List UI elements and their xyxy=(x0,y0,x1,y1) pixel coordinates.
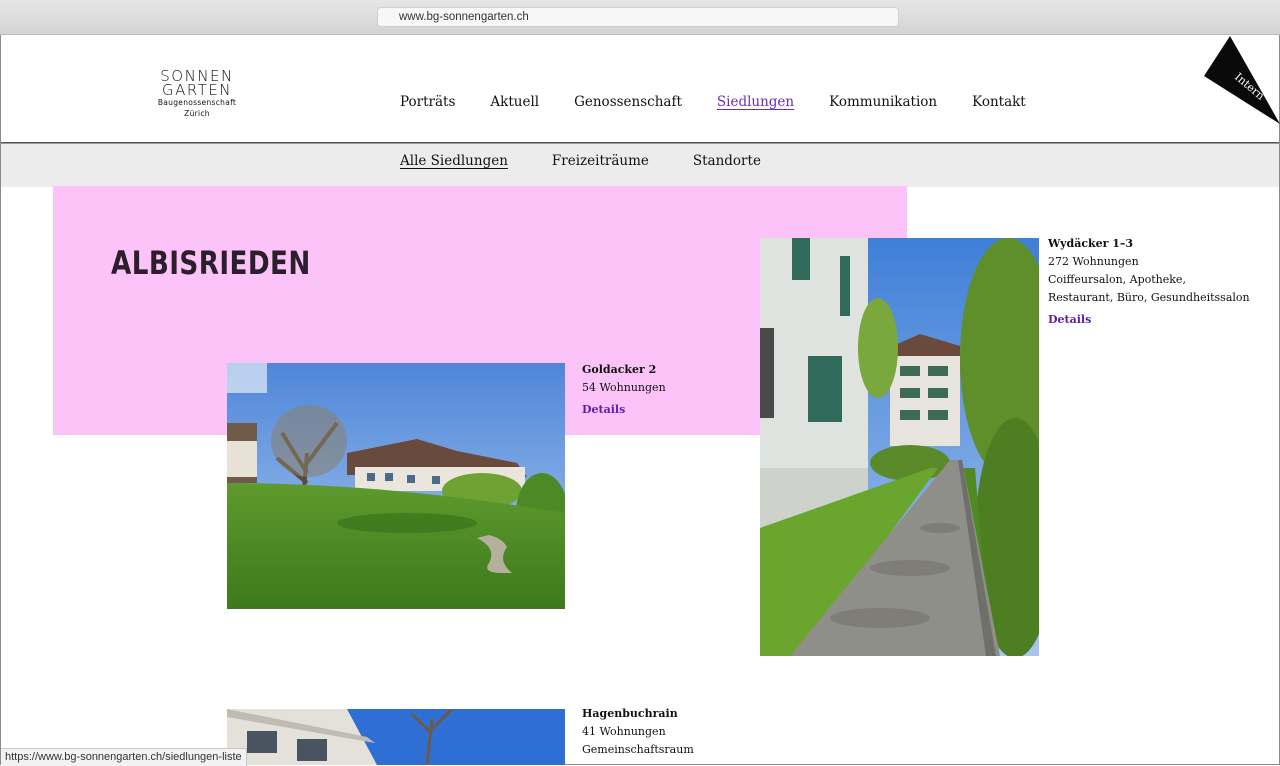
subnav-item-standorte[interactable]: Standorte xyxy=(693,153,761,169)
nav-item-siedlungen[interactable]: Siedlungen xyxy=(717,94,794,110)
hagenbuchrain-photo[interactable] xyxy=(227,709,565,765)
site-header: SONNEN GARTEN Baugenossenschaft Zürich P… xyxy=(1,35,1279,143)
settlement-units: 41 Wohnungen xyxy=(582,725,666,738)
goldacker-photo[interactable] xyxy=(227,363,565,609)
settlement-name: Hagenbuchrain xyxy=(582,707,678,720)
sub-nav: Alle Siedlungen Freizeiträume Standorte xyxy=(1,143,1279,187)
logo-line-2: GARTEN xyxy=(161,81,233,99)
hagenbuchrain-info: Hagenbuchrain 41 Wohnungen Gemeinschafts… xyxy=(582,705,694,759)
site-logo[interactable]: SONNEN GARTEN Baugenossenschaft Zürich xyxy=(147,69,247,119)
settlement-amenities: Gemeinschaftsraum xyxy=(582,743,694,756)
url-bar[interactable]: www.bg-sonnengarten.ch xyxy=(377,7,899,27)
settlement-amenities: Coiffeursalon, Apotheke, Restaurant, Bür… xyxy=(1048,273,1250,304)
link-status-bar: https://www.bg-sonnengarten.ch/siedlunge… xyxy=(1,748,247,766)
subnav-item-alle-siedlungen[interactable]: Alle Siedlungen xyxy=(400,153,508,169)
browser-toolbar: www.bg-sonnengarten.ch xyxy=(0,0,1280,35)
settlement-name: Wydäcker 1–3 xyxy=(1048,237,1134,250)
goldacker-info: Goldacker 2 54 Wohnungen Details xyxy=(582,361,666,419)
wydaecker-photo[interactable] xyxy=(760,238,1039,656)
nav-item-portraets[interactable]: Porträts xyxy=(400,94,455,110)
nav-item-genossenschaft[interactable]: Genossenschaft xyxy=(574,94,682,110)
wydaecker-details-link[interactable]: Details xyxy=(1048,311,1253,329)
settlement-units: 54 Wohnungen xyxy=(582,381,666,394)
page-title: ALBISRIEDEN xyxy=(111,244,311,282)
subnav-item-freizeitraeume[interactable]: Freizeiträume xyxy=(552,153,649,169)
logo-tagline: Baugenossenschaft Zürich xyxy=(157,98,237,118)
settlement-units: 272 Wohnungen xyxy=(1048,255,1139,268)
nav-item-kontakt[interactable]: Kontakt xyxy=(972,94,1026,110)
wydaecker-info: Wydäcker 1–3 272 Wohnungen Coiffeursalon… xyxy=(1048,235,1253,329)
nav-item-aktuell[interactable]: Aktuell xyxy=(490,94,539,110)
nav-item-kommunikation[interactable]: Kommunikation xyxy=(829,94,937,110)
settlement-name: Goldacker 2 xyxy=(582,363,657,376)
intern-corner-link[interactable]: Intern xyxy=(1204,36,1280,126)
goldacker-details-link[interactable]: Details xyxy=(582,401,666,419)
main-nav: Porträts Aktuell Genossenschaft Siedlung… xyxy=(400,94,1061,110)
